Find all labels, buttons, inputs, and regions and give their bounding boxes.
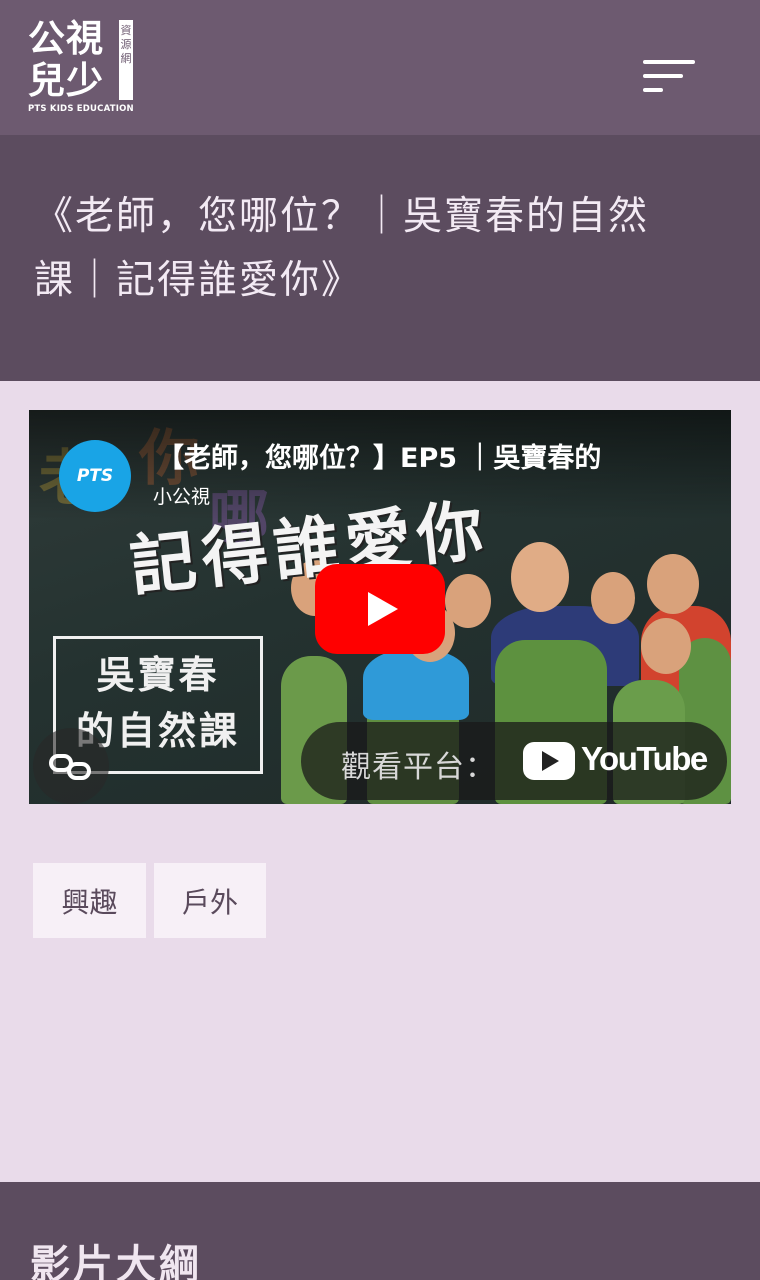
- thumbnail-box-line1: 吳寶春: [96, 653, 220, 697]
- site-logo[interactable]: 公視兒少 資源網 PTS KIDS EDUCATION: [28, 18, 148, 118]
- thumbnail-figure: [647, 554, 699, 614]
- youtube-wordmark: YouTube: [581, 740, 708, 777]
- play-icon: [368, 592, 398, 626]
- synopsis-section: 影片大綱: [0, 1182, 760, 1280]
- thumbnail-figure: [591, 572, 635, 624]
- channel-badge: PTS: [76, 466, 114, 486]
- logo-main-text: 公視兒少: [28, 17, 104, 102]
- thumbnail-figure: [511, 542, 569, 612]
- page-title: 《老師，您哪位？｜吳寶春的自然課｜記得誰愛你》: [34, 194, 650, 303]
- section-title: 影片大綱: [30, 1242, 202, 1280]
- thumbnail-figure: [363, 650, 469, 720]
- tag-interest[interactable]: 興趣: [33, 863, 146, 938]
- logo-tag-text: 資源網: [119, 20, 133, 100]
- hamburger-menu-icon[interactable]: [640, 58, 698, 98]
- channel-avatar[interactable]: PTS: [59, 440, 131, 512]
- share-link-button[interactable]: [33, 728, 109, 804]
- video-embed[interactable]: 老 你 哪 PTS 【老師，您哪位？】EP5 ｜吳寶春的 小公視 記得誰愛你 吳…: [29, 410, 731, 804]
- thumbnail-figure: [445, 574, 491, 628]
- logo-english-text: PTS KIDS EDUCATION: [28, 104, 134, 114]
- watch-on-label: 觀看平台：: [341, 750, 496, 785]
- watch-on-youtube-button[interactable]: 觀看平台： YouTube: [301, 722, 727, 800]
- title-band: 《老師，您哪位？｜吳寶春的自然課｜記得誰愛你》: [0, 135, 760, 381]
- youtube-icon: [523, 742, 575, 780]
- video-title[interactable]: 【老師，您哪位？】EP5 ｜吳寶春的: [157, 436, 717, 475]
- play-button[interactable]: [315, 564, 445, 654]
- link-icon-part: [67, 762, 91, 780]
- thumbnail-figure: [641, 618, 691, 674]
- top-navigation-bar: 公視兒少 資源網 PTS KIDS EDUCATION: [0, 0, 760, 135]
- tag-outdoor[interactable]: 戶外: [154, 863, 266, 938]
